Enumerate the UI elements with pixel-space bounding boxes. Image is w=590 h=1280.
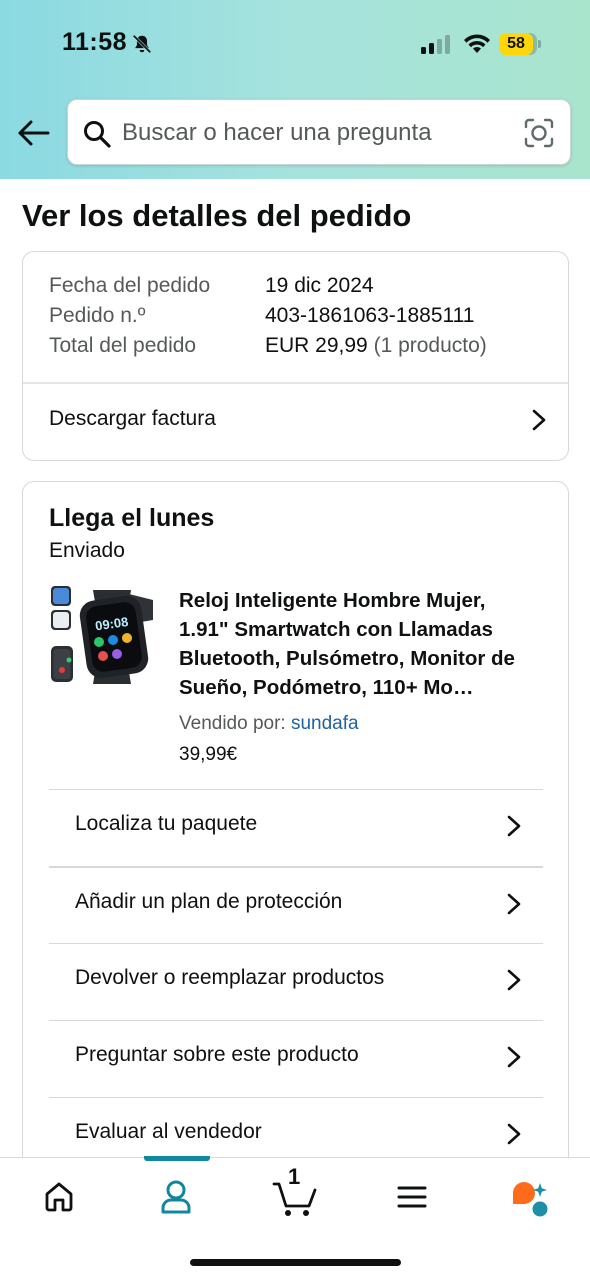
battery-indicator: 58: [499, 33, 541, 55]
order-total-count: (1 producto): [373, 334, 487, 357]
seller-link[interactable]: sundafa: [291, 713, 359, 734]
seller-info: Vendido por: sundafa: [179, 713, 359, 735]
bell-muted-icon: [132, 34, 152, 54]
page-title: Ver los detalles del pedido: [22, 198, 412, 233]
chevron-right-icon: [507, 815, 521, 837]
download-invoice-label: Descargar factura: [49, 407, 216, 430]
delivery-card: Llega el lunes Enviado 09:08 Reloj Intel…: [22, 481, 569, 1201]
home-indicator: [190, 1259, 401, 1266]
wifi-icon: [464, 34, 490, 53]
ask-product-row[interactable]: Preguntar sobre este producto: [49, 1020, 543, 1097]
search-input[interactable]: [122, 114, 512, 152]
account-icon[interactable]: [146, 1172, 206, 1222]
track-package-label: Localiza tu paquete: [75, 812, 258, 835]
active-tab-indicator: [144, 1156, 210, 1161]
product-title-link[interactable]: Reloj Inteligente Hombre Mujer, 1.91" Sm…: [179, 586, 539, 702]
back-arrow-icon[interactable]: [16, 115, 52, 151]
add-protection-plan-row[interactable]: Añadir un plan de protección: [49, 866, 543, 943]
return-replace-row[interactable]: Devolver o reemplazar productos: [49, 943, 543, 1020]
order-number-label: Pedido n.º: [49, 304, 146, 327]
chevron-right-icon: [507, 1123, 521, 1145]
seller-label: Vendido por:: [179, 713, 286, 734]
chevron-right-icon: [532, 409, 546, 431]
track-package-row[interactable]: Localiza tu paquete: [49, 789, 543, 866]
chevron-right-icon: [507, 893, 521, 915]
cart-button[interactable]: 1: [266, 1164, 326, 1222]
home-icon[interactable]: [29, 1172, 89, 1222]
chevron-right-icon: [507, 969, 521, 991]
menu-icon[interactable]: [382, 1172, 442, 1222]
return-replace-label: Devolver o reemplazar productos: [75, 966, 385, 989]
ask-product-label: Preguntar sobre este producto: [75, 1043, 359, 1066]
delivery-title: Llega el lunes: [49, 504, 215, 532]
order-summary-card: Fecha del pedido 19 dic 2024 Pedido n.º …: [22, 251, 569, 461]
order-date-label: Fecha del pedido: [49, 274, 211, 297]
product-price: 39,99€: [179, 744, 238, 765]
delivery-status: Enviado: [49, 539, 125, 562]
camera-scan-icon[interactable]: [523, 117, 555, 149]
search-bar[interactable]: [67, 99, 571, 165]
signal-icon: [421, 35, 450, 54]
add-protection-plan-label: Añadir un plan de protección: [75, 890, 343, 913]
order-total-label: Total del pedido: [49, 334, 197, 357]
rufus-icon[interactable]: [500, 1172, 560, 1222]
order-total-amount: EUR 29,99: [265, 334, 368, 357]
order-number-value: 403-1861063-1885111: [265, 304, 475, 327]
download-invoice-row[interactable]: Descargar factura: [23, 383, 568, 460]
chevron-right-icon: [507, 1046, 521, 1068]
order-total-value: EUR 29,99 (1 producto): [265, 334, 487, 358]
rate-seller-label: Evaluar al vendedor: [75, 1120, 262, 1143]
order-date-value: 19 dic 2024: [265, 274, 374, 297]
header: 11:58 58: [0, 0, 590, 179]
battery-level: 58: [499, 33, 533, 55]
cart-count: 1: [288, 1164, 301, 1189]
status-time: 11:58: [62, 28, 128, 56]
search-icon: [84, 121, 111, 148]
product-thumbnail[interactable]: 09:08: [49, 584, 157, 692]
